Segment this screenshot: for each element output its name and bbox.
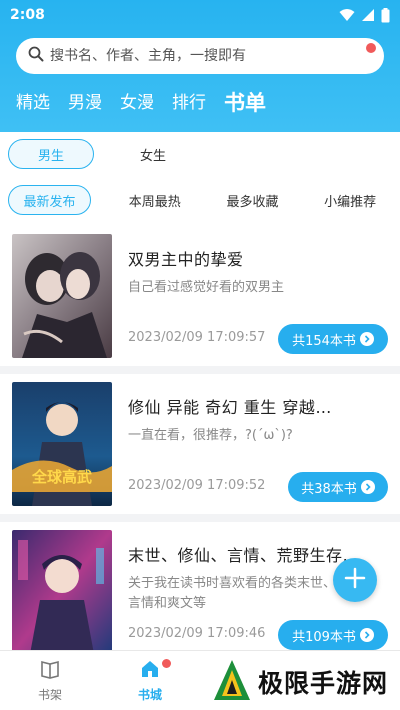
booklist-card[interactable]: 全球高武 修仙 异能 奇幻 重生 穿越… 一直在看，很推荐，?(´ω`)? 20…	[0, 374, 400, 514]
booklist-date: 2023/02/09 17:09:57	[128, 330, 266, 345]
booklist-date: 2023/02/09 17:09:52	[128, 478, 266, 493]
tab-female-comics[interactable]: 女漫	[120, 92, 154, 114]
booklist-count-button[interactable]: 共38本书	[288, 472, 388, 502]
booklist-count-button[interactable]: 共109本书	[278, 620, 388, 650]
booklist-count-label: 共109本书	[292, 629, 356, 645]
sort-tab-latest[interactable]: 最新发布	[8, 185, 91, 215]
battery-icon	[381, 7, 390, 23]
booklist-cover: 全球高武	[12, 382, 112, 506]
booklist-count-button[interactable]: 共154本书	[278, 324, 388, 354]
booklist-count-label: 共38本书	[301, 481, 357, 497]
bottom-tab-label: 书城	[137, 688, 162, 702]
wifi-icon	[339, 8, 355, 22]
watermark-logo-icon	[212, 658, 252, 706]
plus-icon	[344, 567, 366, 593]
booklist-cover	[12, 530, 112, 654]
booklist-cover	[12, 234, 112, 358]
signal-icon	[361, 8, 375, 22]
svg-text:全球高武: 全球高武	[31, 468, 92, 486]
search-input[interactable]	[50, 48, 350, 64]
sort-tab-editor-picks[interactable]: 小编推荐	[308, 185, 392, 215]
status-bar: 2:08	[0, 0, 400, 30]
tab-booklist[interactable]: 书单	[224, 92, 266, 114]
header: 2:08 精选 男漫 女漫 排行 书单	[0, 0, 400, 132]
booklist-title: 双男主中的挚爱	[128, 250, 244, 269]
booklist-description: 自己看过感觉好看的双男主	[128, 280, 285, 295]
chevron-right-icon	[359, 628, 374, 642]
tab-featured[interactable]: 精选	[16, 92, 50, 114]
booklist-description: 一直在看，很推荐，?(´ω`)?	[128, 428, 293, 443]
status-icons	[339, 7, 390, 23]
bottom-tab-label: 书架	[37, 688, 62, 702]
nav-tabs: 精选 男漫 女漫 排行 书单	[16, 92, 266, 114]
booklist-date: 2023/02/09 17:09:46	[128, 626, 266, 641]
gender-tab-male[interactable]: 男生	[8, 139, 94, 169]
watermark-text: 极限手游网	[258, 669, 389, 698]
status-time: 2:08	[10, 7, 45, 23]
watermark: 极限手游网	[206, 654, 400, 710]
sort-tab-weekly-hot[interactable]: 本周最热	[113, 185, 197, 215]
bookstore-icon	[139, 658, 161, 683]
booklist-count-label: 共154本书	[292, 333, 356, 349]
booklist-title: 修仙 异能 奇幻 重生 穿越…	[128, 398, 332, 417]
search-icon	[28, 46, 44, 66]
notification-dot	[162, 659, 171, 668]
sort-filter: 最新发布 本周最热 最多收藏 小编推荐	[0, 180, 400, 220]
chevron-right-icon	[359, 332, 374, 346]
bottom-tab-bookstore[interactable]: 书城	[100, 651, 200, 710]
bottom-tab-bookshelf[interactable]: 书架	[0, 651, 100, 710]
add-booklist-button[interactable]	[333, 558, 377, 602]
bookshelf-icon	[39, 658, 61, 683]
chevron-right-icon	[360, 480, 375, 494]
tab-ranking[interactable]: 排行	[172, 92, 206, 114]
gender-filter: 男生 女生	[0, 132, 400, 176]
search-box[interactable]	[16, 38, 384, 74]
gender-tab-female[interactable]: 女生	[110, 139, 196, 169]
tab-male-comics[interactable]: 男漫	[68, 92, 102, 114]
sort-tab-most-favorited[interactable]: 最多收藏	[211, 185, 295, 215]
booklist-card[interactable]: 双男主中的挚爱 自己看过感觉好看的双男主 2023/02/09 17:09:57…	[0, 226, 400, 366]
search-notification-dot	[366, 43, 376, 53]
